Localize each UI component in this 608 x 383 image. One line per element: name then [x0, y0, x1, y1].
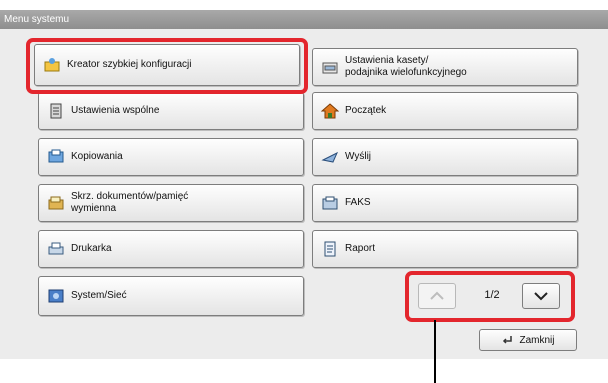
common-settings-icon [47, 102, 65, 120]
wizard-icon [43, 56, 61, 74]
menu-item-report[interactable]: Raport [312, 230, 578, 268]
menu-item-label: Drukarka [71, 243, 112, 254]
menu-item-label: Ustawienia kasety/ podajnika wielofunkcy… [345, 55, 467, 78]
return-arrow-icon [501, 334, 513, 346]
menu-item-label: FAKS [345, 197, 371, 208]
copy-icon [47, 148, 65, 166]
menu-item-label: Skrz. dokumentów/pamięć wymienna [71, 191, 189, 214]
system-network-icon [47, 287, 65, 305]
menu-item-label: Kreator szybkiej konfiguracji [67, 59, 192, 70]
paper-tray-icon [321, 58, 339, 76]
window-title: Menu systemu [0, 10, 608, 29]
close-button[interactable]: Zamknij [479, 329, 577, 351]
menu-item-label: Kopiowania [71, 151, 123, 162]
chevron-down-icon [534, 292, 548, 301]
menu-item-printer[interactable]: Drukarka [38, 230, 304, 268]
send-icon [321, 148, 339, 166]
menu-item-send[interactable]: Wyślij [312, 138, 578, 176]
callout-pointer-line [434, 320, 436, 383]
menu-item-quick-setup-wizard[interactable]: Kreator szybkiej konfiguracji [34, 44, 300, 86]
report-icon [321, 240, 339, 258]
menu-item-label: Ustawienia wspólne [71, 105, 160, 116]
menu-item-label: Wyślij [345, 151, 372, 162]
menu-item-label: System/Sieć [71, 290, 127, 301]
document-box-icon [47, 194, 65, 212]
menu-item-fax[interactable]: FAKS [312, 184, 578, 222]
page-down-button[interactable] [522, 283, 560, 309]
close-button-label: Zamknij [519, 334, 555, 346]
menu-item-common-settings[interactable]: Ustawienia wspólne [38, 92, 304, 130]
page-indicator: 1/2 [484, 289, 500, 301]
chevron-up-icon [430, 291, 444, 300]
menu-item-document-box[interactable]: Skrz. dokumentów/pamięć wymienna [38, 184, 304, 222]
page-up-button[interactable] [418, 283, 456, 309]
printer-icon [47, 240, 65, 258]
menu-item-label: Raport [345, 243, 376, 254]
home-icon [321, 102, 339, 120]
menu-item-home[interactable]: Początek [312, 92, 578, 130]
menu-item-cassette-settings[interactable]: Ustawienia kasety/ podajnika wielofunkcy… [312, 48, 578, 86]
menu-item-label: Początek [345, 105, 387, 116]
menu-item-copy[interactable]: Kopiowania [38, 138, 304, 176]
fax-icon [321, 194, 339, 212]
menu-item-system-network[interactable]: System/Sieć [38, 276, 304, 316]
